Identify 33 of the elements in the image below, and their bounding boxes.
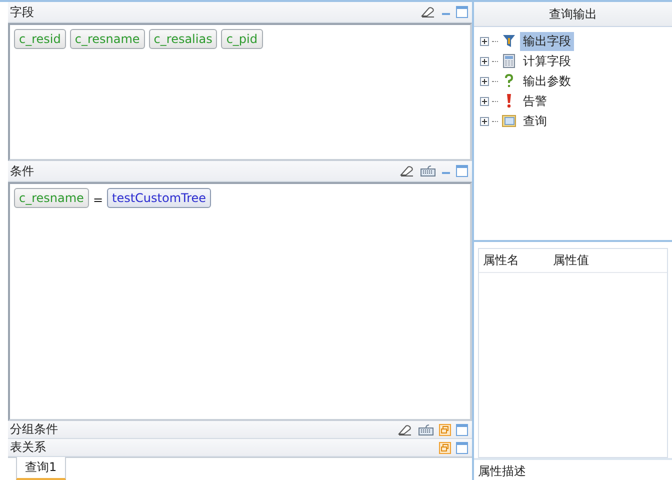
eraser-icon[interactable] (420, 6, 436, 18)
panel-title: 查询输出 (549, 6, 597, 22)
maximize-icon[interactable] (456, 165, 468, 177)
expander-icon[interactable] (480, 36, 489, 46)
description-label: 属性描述 (474, 458, 672, 480)
keyboard-icon[interactable] (420, 165, 436, 177)
expander-icon[interactable] (480, 76, 489, 86)
tree-item[interactable]: 输出字段 (520, 32, 574, 50)
eraser-icon[interactable] (399, 165, 415, 177)
expander-icon[interactable] (480, 96, 489, 106)
expander-icon[interactable] (480, 116, 489, 126)
maximize-icon[interactable] (456, 442, 468, 454)
maximize-icon[interactable] (456, 424, 468, 436)
tab[interactable]: 查询1 (16, 457, 66, 480)
tree-item[interactable]: 查询 (520, 112, 550, 130)
tree-item[interactable]: 告警 (520, 92, 550, 110)
window-icon (501, 113, 517, 129)
maximize-icon[interactable] (456, 6, 468, 18)
value-chip[interactable]: testCustomTree (107, 188, 212, 208)
keyboard-icon[interactable] (418, 424, 434, 436)
panel-title: 条件 (10, 162, 34, 180)
operator: = (92, 192, 103, 207)
eraser-icon[interactable] (397, 424, 413, 436)
tree-item[interactable]: 输出参数 (520, 72, 574, 90)
calculator-icon (501, 53, 517, 69)
column-header: 属性值 (553, 252, 590, 269)
tree-item[interactable]: 计算字段 (520, 52, 574, 70)
funnel-icon (501, 33, 517, 49)
column-header: 属性名 (483, 252, 520, 269)
panel-title: 分组条件 (10, 421, 58, 438)
panel-title: 字段 (10, 4, 34, 20)
panel-title: 表关系 (10, 439, 46, 456)
expander-icon[interactable] (480, 56, 489, 66)
